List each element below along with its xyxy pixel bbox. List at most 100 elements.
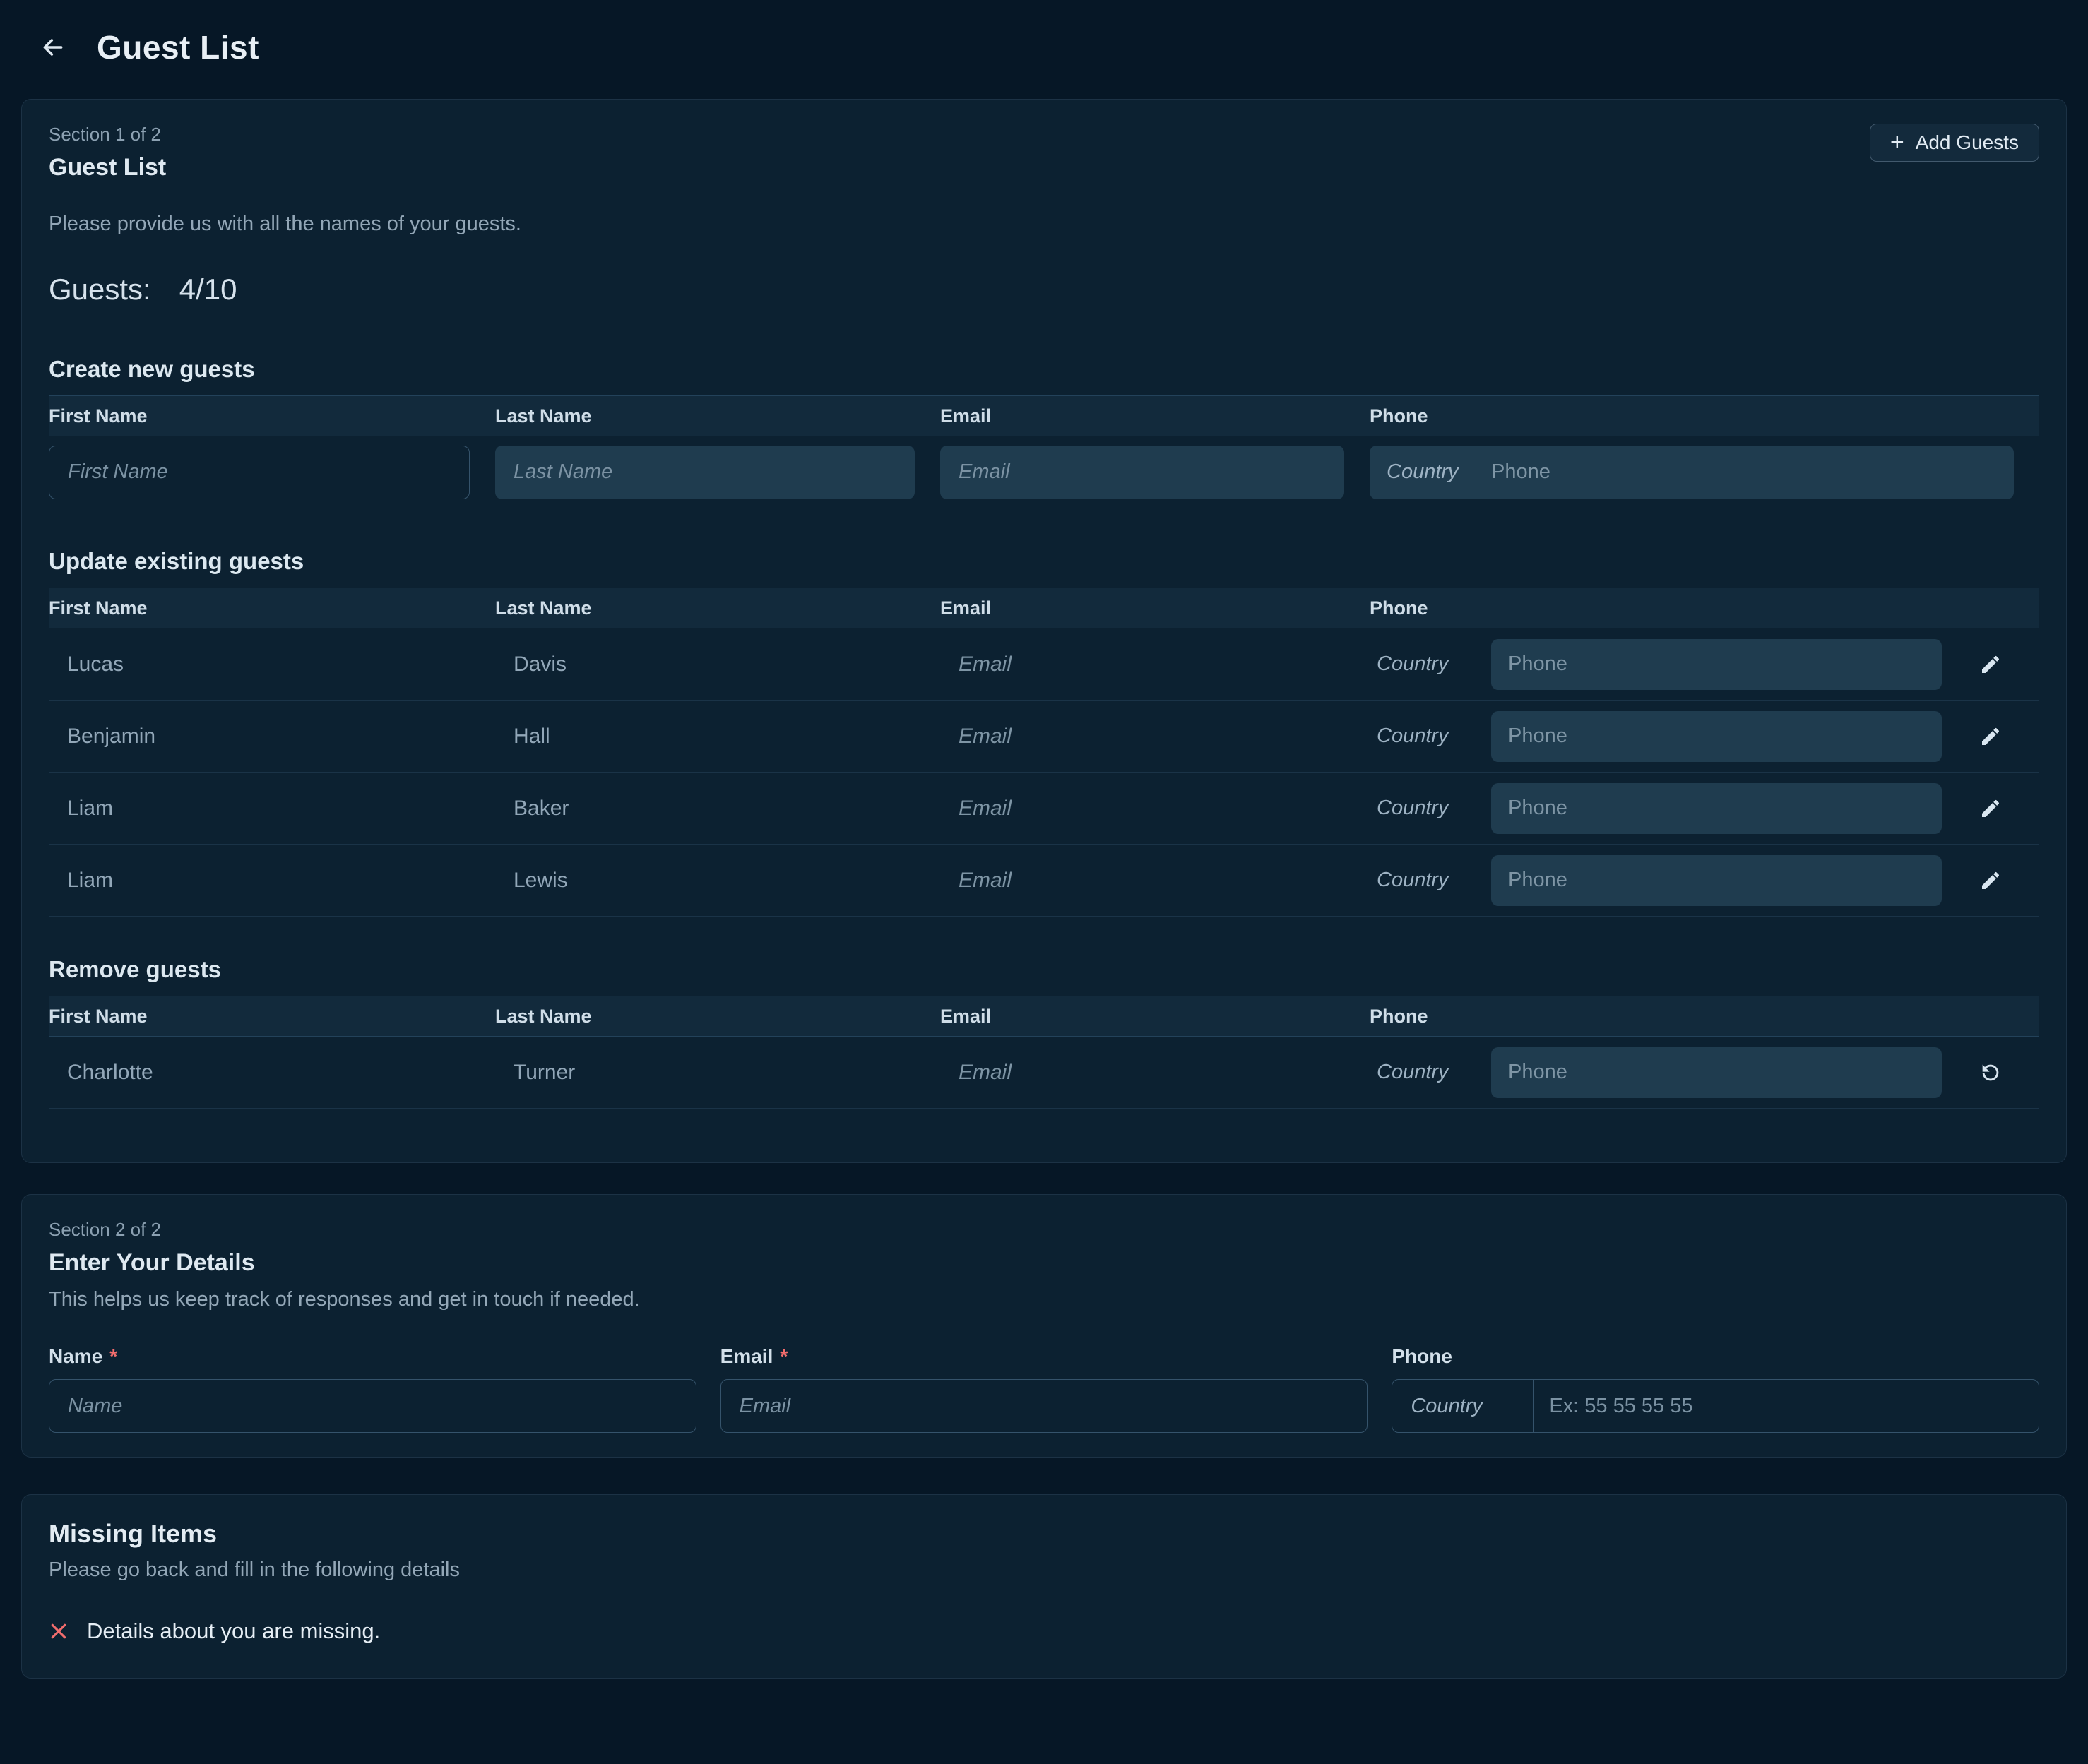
email-field-group: Email * (720, 1345, 1368, 1433)
col-email: Email (940, 1006, 1370, 1027)
col-last-name: Last Name (495, 1006, 940, 1027)
col-email: Email (940, 405, 1370, 427)
remove-table-header: First Name Last Name Email Phone (49, 996, 2039, 1037)
add-guests-label: Add Guests (1916, 131, 2019, 154)
col-first-name: First Name (49, 1006, 495, 1027)
required-asterisk: * (109, 1345, 117, 1368)
col-first-name: First Name (49, 405, 495, 427)
guest-row: Benjamin Hall Email Country (49, 701, 2039, 773)
col-phone: Phone (1370, 597, 1942, 619)
pencil-icon (1979, 725, 2002, 748)
new-last-name-input[interactable] (495, 446, 915, 499)
email-label: Email (720, 1345, 773, 1368)
create-guests-heading: Create new guests (49, 356, 2039, 383)
name-label: Name (49, 1345, 102, 1368)
name-field-group: Name * (49, 1345, 696, 1433)
required-asterisk: * (780, 1345, 788, 1368)
country-select[interactable]: Country (1392, 1380, 1534, 1432)
section1-card: Section 1 of 2 Guest List + Add Guests P… (21, 99, 2067, 1163)
guest-first-name: Charlotte (49, 1061, 495, 1085)
section2-label: Section 2 of 2 (49, 1219, 2039, 1241)
col-email: Email (940, 597, 1370, 619)
col-phone: Phone (1370, 405, 2039, 427)
create-table-header: First Name Last Name Email Phone (49, 395, 2039, 436)
guest-last-name: Davis (495, 652, 940, 677)
guest-phone-input[interactable] (1491, 639, 1942, 690)
undo-icon (1979, 1061, 2003, 1085)
guest-phone-input[interactable] (1491, 711, 1942, 762)
missing-item-text: Details about you are missing. (87, 1619, 380, 1644)
new-first-name-input[interactable] (49, 446, 470, 499)
missing-items-description: Please go back and fill in the following… (49, 1559, 2039, 1582)
guest-phone-input[interactable] (1491, 1047, 1942, 1098)
col-first-name: First Name (49, 597, 495, 619)
pencil-icon (1979, 869, 2002, 892)
page-title: Guest List (97, 28, 259, 66)
email-field[interactable] (720, 1379, 1368, 1433)
col-last-name: Last Name (495, 597, 940, 619)
guest-first-name: Lucas (49, 652, 495, 677)
name-field[interactable] (49, 1379, 696, 1433)
phone-field: Country (1392, 1379, 2039, 1433)
guest-row: Lucas Davis Email Country (49, 628, 2039, 701)
phone-label: Phone (1392, 1345, 1452, 1368)
guest-email-placeholder: Email (940, 1061, 1370, 1085)
pencil-icon (1979, 653, 2002, 676)
arrow-left-icon (39, 33, 67, 61)
phone-number-input[interactable] (1534, 1380, 2039, 1432)
guest-row-removed: Charlotte Turner Email Country (49, 1037, 2039, 1109)
restore-guest-button[interactable] (1968, 1050, 2013, 1095)
section1-label: Section 1 of 2 (49, 124, 166, 145)
new-email-input[interactable] (940, 446, 1344, 499)
section2-description: This helps us keep track of responses an… (49, 1288, 2039, 1311)
topbar: Guest List (0, 0, 2088, 66)
add-guests-button[interactable]: + Add Guests (1870, 124, 2039, 162)
remove-guests-heading: Remove guests (49, 956, 2039, 983)
country-label: Country (1370, 797, 1491, 820)
guest-last-name: Turner (495, 1061, 940, 1085)
edit-guest-button[interactable] (1968, 642, 2013, 687)
col-last-name: Last Name (495, 405, 940, 427)
guest-email-placeholder: Email (940, 797, 1370, 821)
new-phone-field[interactable]: Country (1370, 446, 2014, 499)
col-phone: Phone (1370, 1006, 1942, 1027)
new-phone-input[interactable] (1491, 446, 2014, 499)
guest-email-placeholder: Email (940, 725, 1370, 749)
country-label: Country (1370, 725, 1491, 748)
guest-list-page: Guest List Section 1 of 2 Guest List + A… (0, 0, 2088, 1764)
update-guests-heading: Update existing guests (49, 548, 2039, 575)
guest-last-name: Baker (495, 797, 940, 821)
create-guest-row: Country (49, 436, 2039, 508)
edit-guest-button[interactable] (1968, 786, 2013, 831)
missing-items-title: Missing Items (49, 1519, 2039, 1549)
missing-items-card: Missing Items Please go back and fill in… (21, 1494, 2067, 1679)
guests-counter: Guests: 4/10 (49, 273, 2039, 306)
section2-title: Enter Your Details (49, 1249, 2039, 1277)
missing-item: Details about you are missing. (49, 1619, 2039, 1644)
guests-label: Guests: (49, 273, 151, 306)
guest-first-name: Benjamin (49, 725, 495, 749)
edit-guest-button[interactable] (1968, 714, 2013, 759)
plus-icon: + (1890, 130, 1904, 154)
pencil-icon (1979, 797, 2002, 820)
guest-email-placeholder: Email (940, 869, 1370, 893)
guest-row: Liam Baker Email Country (49, 773, 2039, 845)
phone-field-group: Phone Country (1392, 1345, 2039, 1433)
guest-email-placeholder: Email (940, 652, 1370, 677)
section1-title: Guest List (49, 154, 166, 181)
country-select[interactable]: Country (1370, 460, 1491, 484)
section2-card: Section 2 of 2 Enter Your Details This h… (21, 1194, 2067, 1458)
guest-last-name: Hall (495, 725, 940, 749)
section1-description: Please provide us with all the names of … (49, 213, 2039, 236)
guest-row: Liam Lewis Email Country (49, 845, 2039, 917)
country-label: Country (1370, 1061, 1491, 1084)
edit-guest-button[interactable] (1968, 858, 2013, 903)
back-button[interactable] (39, 33, 67, 61)
guest-phone-input[interactable] (1491, 855, 1942, 906)
error-x-icon (49, 1621, 69, 1641)
country-label: Country (1370, 652, 1491, 676)
guest-first-name: Liam (49, 797, 495, 821)
update-table-header: First Name Last Name Email Phone (49, 588, 2039, 628)
guest-phone-input[interactable] (1491, 783, 1942, 834)
guests-count: 4/10 (179, 273, 237, 306)
